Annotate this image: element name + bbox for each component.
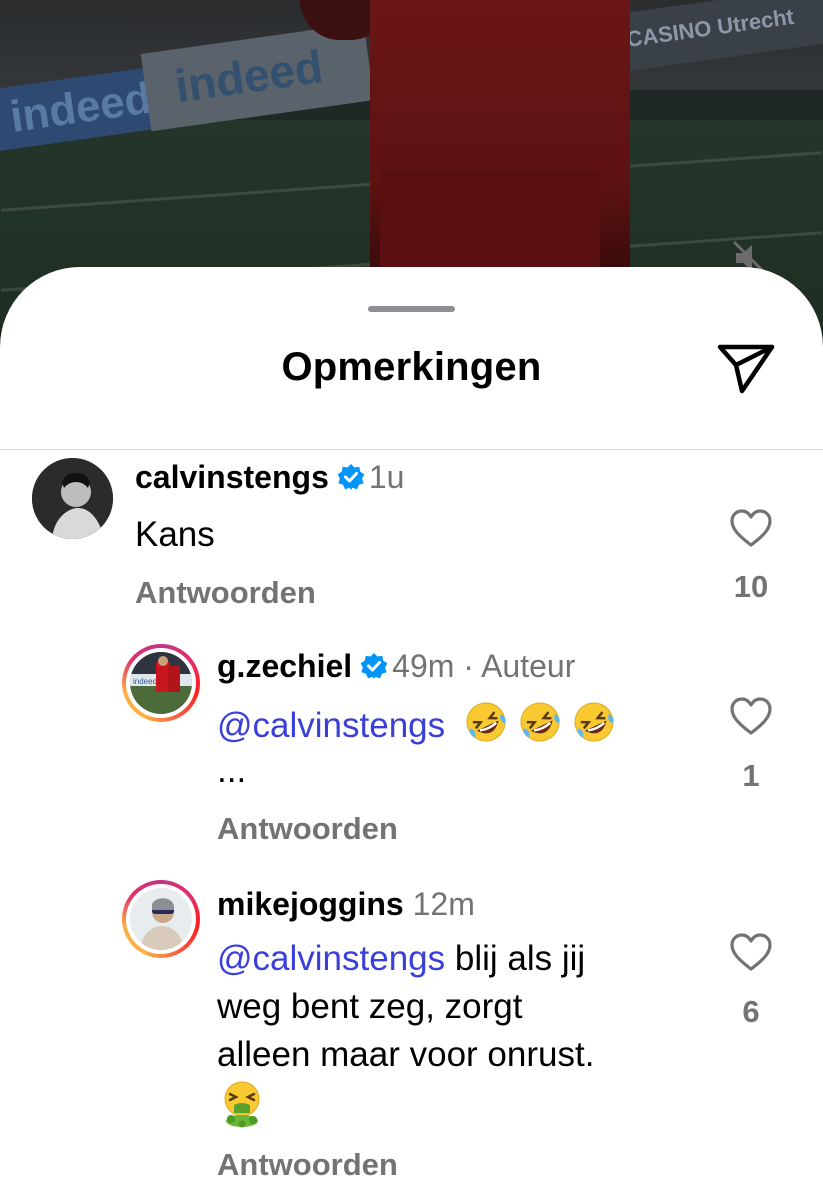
like-count: 1 — [742, 758, 760, 793]
comment-text: @calvinstengs blij als jij weg bent zeg,… — [217, 935, 594, 1134]
avatar[interactable] — [122, 880, 200, 958]
comment-header: calvinstengs 1u — [135, 459, 404, 496]
username[interactable]: calvinstengs — [135, 459, 329, 495]
rolling-on-floor-laughing-emoji-icon — [520, 702, 560, 742]
author-label: Auteur — [481, 648, 576, 684]
player-shorts — [380, 170, 600, 280]
heart-icon[interactable] — [729, 508, 773, 548]
avatar[interactable]: indeed — [122, 644, 200, 722]
sheet-grabber[interactable] — [368, 306, 455, 312]
comment-time: 49m — [392, 648, 455, 684]
comments-sheet: Opmerkingen calvinstengs 1u Kans Antwoor… — [0, 267, 823, 1200]
verified-badge-icon — [337, 464, 365, 490]
like-count: 10 — [733, 569, 769, 604]
reply-button[interactable]: Antwoorden — [217, 1147, 398, 1183]
comment-time: 12m — [412, 886, 475, 922]
header-divider — [0, 449, 823, 450]
send-icon[interactable] — [716, 341, 776, 395]
sheet-title: Opmerkingen — [281, 345, 542, 389]
reply-button[interactable]: Antwoorden — [217, 811, 398, 847]
meta-separator: · — [463, 648, 474, 684]
comment-text-line: weg bent zeg, zorgt — [217, 987, 523, 1026]
rolling-on-floor-laughing-emoji-icon — [574, 702, 614, 742]
like-count: 6 — [742, 994, 760, 1029]
username[interactable]: mikejoggins — [217, 886, 404, 922]
mention-link[interactable]: @calvinstengs — [217, 706, 445, 745]
reply-button[interactable]: Antwoorden — [135, 575, 316, 611]
rolling-on-floor-laughing-emoji-icon — [466, 702, 506, 742]
heart-icon[interactable] — [729, 696, 773, 736]
comment-text: Kans — [135, 515, 215, 554]
comment-ellipsis[interactable]: ... — [217, 753, 246, 789]
comment-header: g.zechiel 49m · Auteur — [217, 648, 575, 685]
verified-badge-icon — [360, 653, 388, 679]
heart-icon[interactable] — [729, 932, 773, 972]
comment-time: 1u — [368, 459, 405, 495]
comment-text-line: blij als jij — [445, 939, 586, 978]
comment-header: mikejoggins 12m — [217, 886, 475, 923]
svg-text:indeed: indeed — [133, 677, 157, 686]
avatar[interactable] — [32, 458, 113, 539]
mention-link[interactable]: @calvinstengs — [217, 939, 445, 978]
comment-text-line: alleen maar voor onrust. — [217, 1035, 595, 1074]
nauseated-vomiting-emoji-icon — [224, 1081, 260, 1128]
username[interactable]: g.zechiel — [217, 648, 352, 684]
comment-text: @calvinstengs — [217, 699, 617, 750]
